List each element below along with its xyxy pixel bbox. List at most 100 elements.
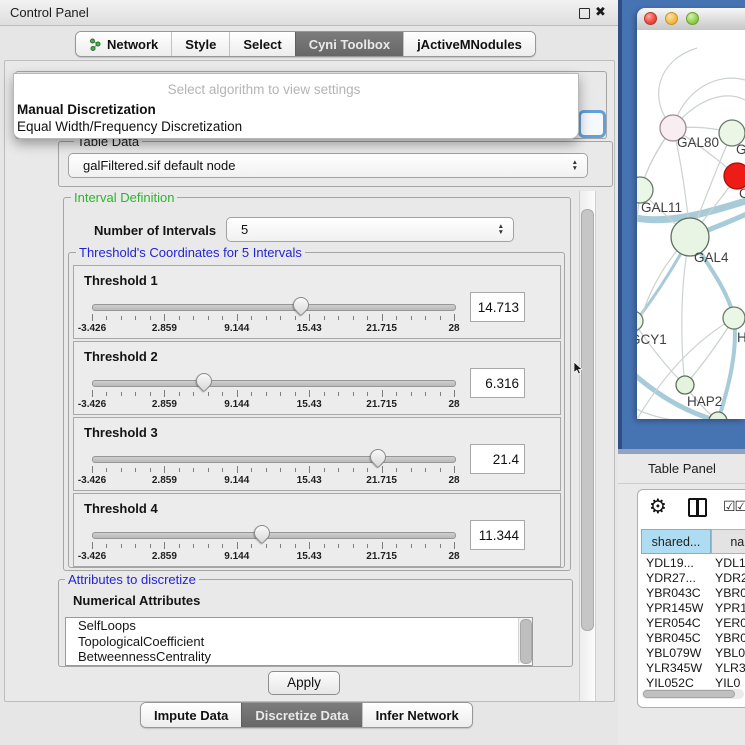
- table-cell-shared-name[interactable]: YDL19...: [646, 556, 694, 571]
- slider-tick: [324, 544, 325, 548]
- column-header-name[interactable]: name: [711, 529, 745, 554]
- table-cell-name[interactable]: YPR1: [715, 601, 745, 616]
- gear-icon[interactable]: ⚙: [649, 494, 667, 519]
- attribute-list-item[interactable]: BetweennessCentrality: [66, 649, 532, 665]
- table-cell-shared-name[interactable]: YBL079W: [646, 646, 701, 661]
- table-row[interactable]: YBR045C YBR0: [641, 631, 745, 646]
- table-row[interactable]: YIL052C YIL0: [641, 676, 745, 687]
- slider-tick: [251, 544, 252, 548]
- table-cell-shared-name[interactable]: YDR27...: [646, 571, 696, 586]
- slider-tick: [106, 544, 107, 548]
- table-cell-name[interactable]: YDR2: [715, 571, 745, 586]
- number-of-intervals-value: 5: [241, 218, 248, 241]
- slider-tick: [411, 392, 412, 396]
- attributes-list-scrollbar[interactable]: [518, 618, 532, 663]
- threshold-value-field[interactable]: [470, 368, 525, 398]
- table-row[interactable]: YBR043C YBR0: [641, 586, 745, 601]
- tick-label: 15.43: [297, 323, 322, 334]
- table-cell-shared-name[interactable]: YBR043C: [646, 586, 701, 601]
- table-cell-name[interactable]: YBL0: [715, 646, 745, 661]
- tick-label: 21.715: [366, 551, 397, 562]
- attribute-list-item[interactable]: TopologicalCoefficient: [66, 634, 532, 650]
- control-panel-window: Control Panel ✖ NetworkStyle Select Cyni T…: [0, 0, 618, 745]
- apply-button[interactable]: Apply: [268, 671, 340, 695]
- network-graph: GAL80GALCGAL11GAL4GCY1HHAP2: [637, 30, 745, 419]
- tab-impute-data[interactable]: Impute Data: [141, 703, 241, 727]
- table-row[interactable]: YBL079W YBL0: [641, 646, 745, 661]
- attribute-list-item[interactable]: SelfLoops: [66, 618, 532, 634]
- table-cell-name[interactable]: YER0: [715, 616, 745, 631]
- threshold-slider-track[interactable]: [92, 532, 456, 539]
- threshold-slider-track[interactable]: [92, 304, 456, 311]
- tab-infer-network[interactable]: Infer Network: [362, 703, 472, 727]
- tab-discretize-data[interactable]: Discretize Data: [241, 703, 361, 727]
- slider-tick: [208, 316, 209, 320]
- dropdown-option-manual-discretization[interactable]: Manual Discretization: [17, 102, 156, 117]
- table-row[interactable]: YDR27... YDR2: [641, 571, 745, 586]
- threshold-label: Threshold 4: [84, 501, 158, 516]
- table-cell-name[interactable]: YBR0: [715, 631, 745, 646]
- table-cell-name[interactable]: YDL1: [715, 556, 745, 571]
- tab-cyni-toolbox[interactable]: Cyni Toolbox: [295, 32, 403, 56]
- table-horizontal-scrollbar[interactable]: [642, 689, 744, 699]
- dropdown-option-equal-width-frequency[interactable]: Equal Width/Frequency Discretization: [17, 119, 242, 134]
- table-cell-shared-name[interactable]: YIL052C: [646, 676, 694, 687]
- table-row[interactable]: YLR345W YLR3: [641, 661, 745, 676]
- panel-title: Control Panel: [10, 0, 89, 25]
- threshold-value-field[interactable]: [470, 520, 525, 550]
- table-cell-shared-name[interactable]: YLR345W: [646, 661, 702, 676]
- close-traffic-light-icon[interactable]: [644, 12, 657, 25]
- tab-select[interactable]: Select: [229, 32, 294, 56]
- algorithm-combobox-focus-ring[interactable]: [578, 110, 606, 138]
- slider-tick: [411, 544, 412, 548]
- network-canvas[interactable]: GAL80GALCGAL11GAL4GCY1HHAP2: [637, 30, 745, 419]
- network-window-titlebar[interactable]: [637, 8, 745, 31]
- threshold-slider-thumb[interactable]: [367, 446, 390, 469]
- slider-tick: [353, 316, 354, 320]
- checkbox-icons[interactable]: ☑☑: [723, 498, 745, 515]
- tick-label: 2.859: [152, 399, 177, 410]
- threshold-slider-track[interactable]: [92, 380, 456, 387]
- bottom-tab-bar: Impute DataDiscretize DataInfer Network: [140, 702, 473, 728]
- tab-style[interactable]: Style: [171, 32, 229, 56]
- table-row[interactable]: YDL19... YDL1: [641, 556, 745, 571]
- tab-label: Select: [243, 37, 281, 52]
- table-cell-name[interactable]: YIL0: [715, 676, 740, 687]
- threshold-value-field[interactable]: [470, 444, 525, 474]
- zoom-traffic-light-icon[interactable]: [686, 12, 699, 25]
- threshold-slider-thumb[interactable]: [290, 294, 313, 317]
- minimize-traffic-light-icon[interactable]: [665, 12, 678, 25]
- slider-tick: [193, 544, 194, 548]
- tab-jactivemnodules[interactable]: jActiveMNodules: [403, 32, 535, 56]
- split-column-icon[interactable]: [688, 498, 707, 517]
- slider-tick: [251, 392, 252, 396]
- threshold-slider-track[interactable]: [92, 456, 456, 463]
- number-of-intervals-combobox[interactable]: 5 ▲▼: [226, 217, 514, 242]
- tab-network[interactable]: Network: [76, 32, 171, 56]
- attributes-list-scrollbar-thumb[interactable]: [520, 619, 532, 664]
- table-cell-shared-name[interactable]: YER054C: [646, 616, 701, 631]
- table-data-combobox[interactable]: galFiltered.sif default node ▲▼: [68, 153, 588, 178]
- slider-tick: [222, 316, 223, 320]
- table-cell-shared-name[interactable]: YBR045C: [646, 631, 701, 646]
- network-node-h[interactable]: [723, 307, 745, 329]
- threshold-value-field[interactable]: [470, 292, 525, 322]
- table-row[interactable]: YPR145W YPR1: [641, 601, 745, 616]
- float-window-icon[interactable]: [579, 8, 590, 19]
- slider-tick: [280, 468, 281, 472]
- slider-tick: [454, 466, 455, 473]
- network-node[interactable]: [709, 412, 727, 419]
- panel-scrollbar-thumb[interactable]: [581, 209, 594, 631]
- table-cell-name[interactable]: YBR0: [715, 586, 745, 601]
- threshold-slider-thumb[interactable]: [251, 522, 274, 545]
- table-cell-name[interactable]: YLR3: [715, 661, 745, 676]
- panel-scrollbar[interactable]: [579, 191, 596, 701]
- table-horizontal-scrollbar-thumb[interactable]: [643, 690, 735, 698]
- slider-tick: [150, 316, 151, 320]
- table-cell-shared-name[interactable]: YPR145W: [646, 601, 703, 616]
- column-header-shared-name[interactable]: shared...: [641, 529, 711, 554]
- table-row[interactable]: YER054C YER0: [641, 616, 745, 631]
- close-panel-icon[interactable]: ✖: [595, 4, 606, 20]
- network-node-hap2[interactable]: [676, 376, 694, 394]
- threshold-slider-thumb[interactable]: [193, 370, 216, 393]
